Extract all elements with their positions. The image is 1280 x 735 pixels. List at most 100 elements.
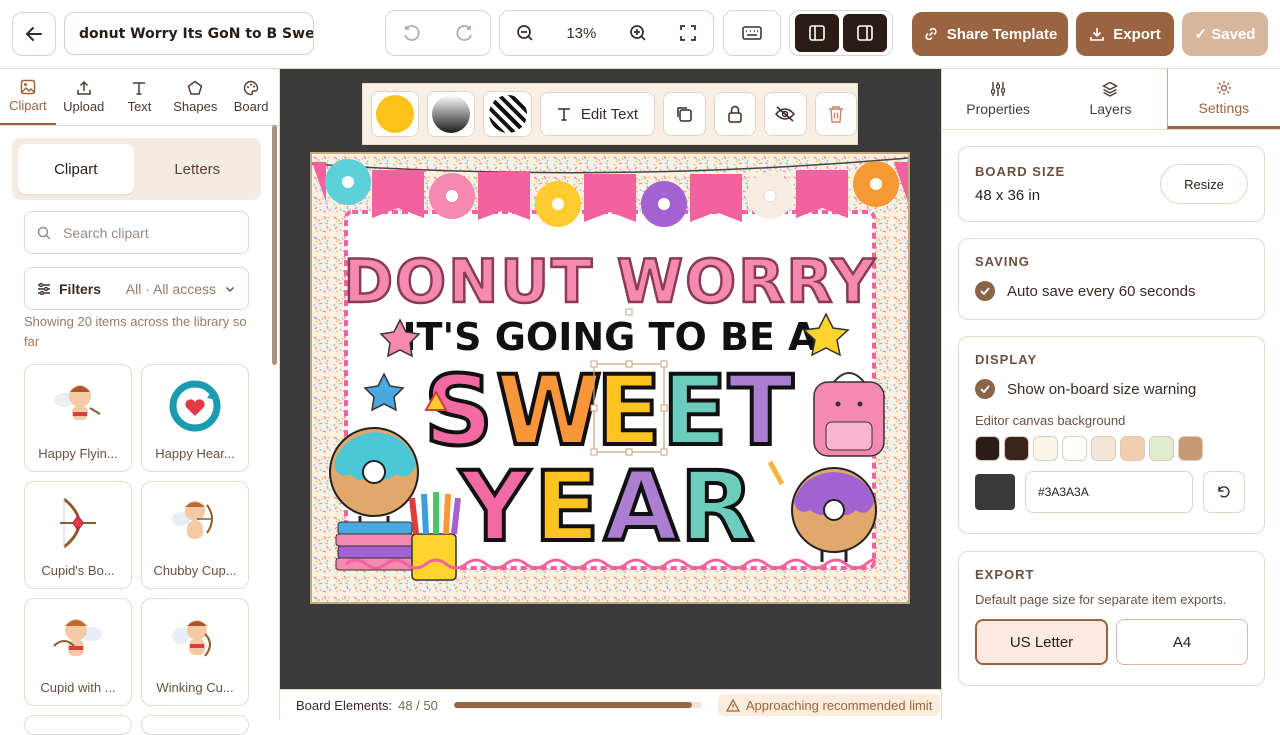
display-title: DISPLAY: [975, 352, 1038, 367]
year-letter[interactable]: A: [602, 449, 680, 565]
canvas-bg-swatch[interactable]: [1120, 436, 1145, 461]
autosave-label: Auto save every 60 seconds: [1007, 282, 1196, 300]
headline-line1[interactable]: DONUT WORRY: [342, 246, 876, 319]
left-panel-scrollbar[interactable]: [272, 125, 277, 365]
clipart-item[interactable]: Cupid's Bo...: [24, 481, 132, 589]
resize-button[interactable]: Resize: [1160, 164, 1248, 204]
display-panel: DISPLAY Show on-board size warning Edito…: [958, 336, 1265, 534]
tab-layers[interactable]: Layers: [1054, 69, 1166, 129]
edit-text-button[interactable]: Edit Text: [539, 92, 656, 136]
search-input[interactable]: Search clipart: [24, 211, 249, 254]
headline-line2[interactable]: IT'S GOING TO BE A: [402, 315, 818, 359]
delete-button[interactable]: [814, 92, 858, 136]
saving-panel: SAVING Auto save every 60 seconds: [958, 238, 1265, 320]
copy-icon: [677, 107, 693, 122]
color-swatch-yellow: [376, 95, 415, 133]
zoom-out-icon[interactable]: [516, 24, 534, 42]
canvas-bg-swatch[interactable]: [1149, 436, 1174, 461]
fill-color-button[interactable]: [371, 91, 420, 137]
page-size-a4[interactable]: A4: [1116, 619, 1248, 665]
tab-upload[interactable]: Upload: [56, 69, 112, 125]
year-letter[interactable]: Y: [457, 449, 533, 565]
tab-label: Shapes: [173, 99, 218, 114]
arrow-left-icon: [25, 27, 42, 41]
pattern-swatch-stripes: [488, 95, 527, 133]
tab-text[interactable]: Text: [112, 69, 168, 125]
tab-shapes[interactable]: Shapes: [167, 69, 223, 125]
undo-icon[interactable]: [403, 24, 421, 42]
cupid-with-bow-icon: [53, 618, 102, 656]
zoom-group: 13%: [499, 10, 714, 56]
keyboard-shortcuts-button[interactable]: [723, 10, 781, 56]
tab-label: Settings: [1198, 99, 1250, 116]
limit-warning-text: Approaching recommended limit: [745, 697, 933, 713]
page-size-us-letter[interactable]: US Letter: [975, 619, 1108, 665]
filter-sliders-icon: [38, 282, 50, 295]
hex-color-input[interactable]: #3A3A3A: [1025, 471, 1193, 513]
clipart-item[interactable]: Cupid with ...: [24, 598, 132, 706]
canvas-bg-swatch[interactable]: [1033, 436, 1058, 461]
export-panel: EXPORT Default page size for separate it…: [958, 551, 1265, 686]
left-panel: Clipart Upload Text Shapes Board Clipart…: [0, 69, 280, 735]
document-title-input[interactable]: donut Worry Its GoN to B Sweet Y 2 (: [64, 12, 314, 55]
year-letter[interactable]: E: [532, 449, 602, 565]
clipart-item[interactable]: Happy Hear...: [141, 364, 249, 472]
hide-button[interactable]: [764, 92, 807, 136]
canvas-bg-swatch[interactable]: [1062, 436, 1087, 461]
check-icon: [975, 281, 995, 301]
tab-label: Text: [127, 99, 152, 114]
pattern-button[interactable]: [483, 91, 532, 137]
size-warning-checkbox[interactable]: Show on-board size warning: [975, 379, 1248, 399]
canvas-bg-swatch[interactable]: [975, 436, 1000, 461]
results-count: Showing 20 items across the library so f…: [24, 314, 247, 349]
sidebar-right-icon: [857, 25, 873, 41]
clipart-item[interactable]: Chubby Cup...: [141, 481, 249, 589]
segment-letters[interactable]: Letters: [140, 144, 256, 194]
clipart-item[interactable]: Happy Flyin...: [24, 364, 132, 472]
tab-board[interactable]: Board: [223, 69, 279, 125]
download-icon: [1090, 28, 1105, 41]
clipart-item[interactable]: [24, 715, 132, 735]
backpack: [813, 372, 885, 457]
element-toolbar: Edit Text: [362, 83, 858, 145]
board-size-value: 48 x 36 in: [975, 187, 1041, 204]
canvas-bg-swatch[interactable]: [1178, 436, 1203, 461]
share-template-button[interactable]: Share Template: [912, 12, 1068, 56]
saved-button[interactable]: ✓ Saved: [1182, 12, 1268, 56]
canvas-bg-swatch[interactable]: [1091, 436, 1116, 461]
toggle-left-panel-button[interactable]: [795, 14, 839, 52]
duplicate-button[interactable]: [663, 92, 706, 136]
clipart-item[interactable]: Winking Cu...: [141, 598, 249, 706]
clipart-item[interactable]: [141, 715, 249, 735]
tab-properties[interactable]: Properties: [942, 69, 1054, 129]
link-icon: [925, 27, 937, 41]
tab-settings[interactable]: Settings: [1166, 69, 1280, 129]
canvas-bg-swatch[interactable]: [1004, 436, 1029, 461]
fit-screen-icon[interactable]: [679, 24, 697, 42]
filters-dropdown[interactable]: Filters All · All access: [24, 267, 249, 310]
redo-icon[interactable]: [455, 24, 473, 42]
heart-refresh-icon: [169, 380, 221, 431]
clipart-item-label: Cupid with ...: [40, 680, 116, 695]
year-letter[interactable]: R: [678, 449, 756, 565]
canvas-bg-swatches: [975, 436, 1248, 461]
export-label: Export: [1113, 25, 1161, 43]
tab-label: Layers: [1089, 101, 1132, 117]
segment-clipart[interactable]: Clipart: [18, 144, 134, 194]
export-button[interactable]: Export: [1076, 12, 1174, 56]
trash-icon: [828, 106, 843, 123]
lock-button[interactable]: [713, 92, 757, 136]
autosave-checkbox[interactable]: Auto save every 60 seconds: [975, 281, 1248, 301]
gradient-button[interactable]: [427, 91, 476, 137]
zoom-in-icon[interactable]: [629, 24, 647, 42]
tab-clipart[interactable]: Clipart: [0, 69, 56, 125]
upload-icon: [76, 80, 91, 95]
back-button[interactable]: [12, 12, 56, 56]
current-color-swatch[interactable]: [975, 474, 1015, 510]
layers-icon: [1102, 81, 1119, 97]
toggle-right-panel-button[interactable]: [843, 14, 887, 52]
poster-board[interactable]: DONUT WORRY IT'S GOING TO BE A S W E E T…: [310, 152, 910, 604]
reset-color-button[interactable]: [1203, 471, 1245, 513]
warning-icon: [725, 698, 740, 712]
export-description: Default page size for separate item expo…: [975, 592, 1227, 607]
